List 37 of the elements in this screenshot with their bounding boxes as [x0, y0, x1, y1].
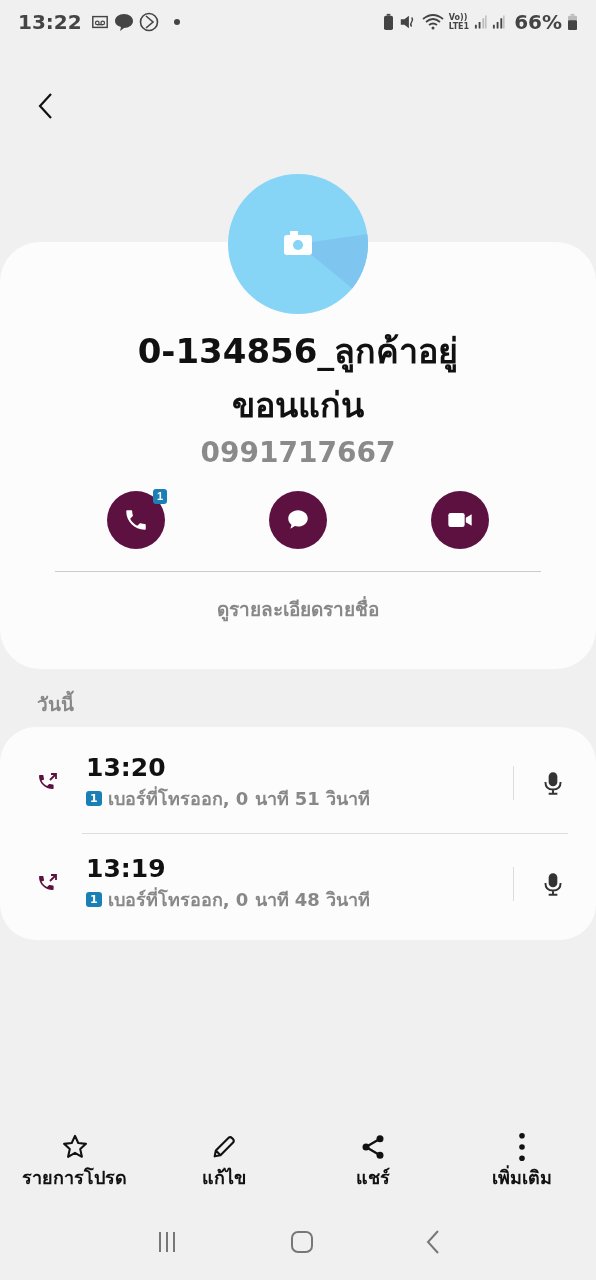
video-call-button[interactable]	[431, 491, 489, 549]
call-time: 13:20	[86, 753, 167, 782]
battery-icon	[567, 13, 578, 31]
share-button[interactable]: แชร์	[302, 1133, 443, 1192]
star-icon	[60, 1133, 89, 1161]
call-description: เบอร์ที่โทรออก, 0 นาที 51 วินาที	[107, 785, 371, 811]
volte-label: Vo))	[448, 13, 468, 22]
sim-badge: 1	[86, 892, 102, 907]
status-time: 13:22	[18, 10, 82, 34]
message-button[interactable]	[269, 491, 327, 549]
more-button[interactable]: เพิ่มเติม	[451, 1133, 592, 1192]
call-log-item[interactable]: 13:19 1 เบอร์ที่โทรออก, 0 นาที 48 วินาที	[0, 834, 596, 934]
contact-name: 0-134856_ลูกค้าอยู่ขอนแก่น	[136, 330, 460, 427]
voicemail-icon	[90, 13, 109, 31]
sim-badge: 1	[152, 489, 167, 504]
signal-icon	[492, 14, 506, 30]
battery-percent: 66%	[514, 10, 562, 34]
back-icon[interactable]	[37, 92, 53, 120]
phone-number: 0991717667	[200, 436, 396, 469]
chat-bubble-icon	[113, 12, 134, 32]
wifi-icon	[421, 13, 444, 31]
section-label: วันนี้	[0, 669, 596, 727]
circle-play-icon	[138, 12, 159, 32]
favorite-button[interactable]: รายการโปรด	[4, 1133, 145, 1192]
signal-icon	[474, 14, 488, 30]
more-icon	[518, 1133, 525, 1161]
home-icon[interactable]	[290, 1230, 314, 1254]
battery-saver-icon	[382, 13, 394, 31]
call-description: เบอร์ที่โทรออก, 0 นาที 48 วินาที	[107, 886, 371, 912]
sim-badge: 1	[86, 791, 102, 806]
network-label: LTE1	[448, 22, 470, 31]
phone-icon	[123, 507, 149, 533]
notification-dot-icon	[173, 19, 180, 25]
call-log-item[interactable]: 13:20 1 เบอร์ที่โทรออก, 0 นาที 51 วินาที	[0, 733, 596, 833]
call-time: 13:19	[86, 854, 167, 883]
call-button[interactable]: 1	[107, 491, 165, 549]
edit-button[interactable]: แก้ไข	[153, 1133, 294, 1192]
